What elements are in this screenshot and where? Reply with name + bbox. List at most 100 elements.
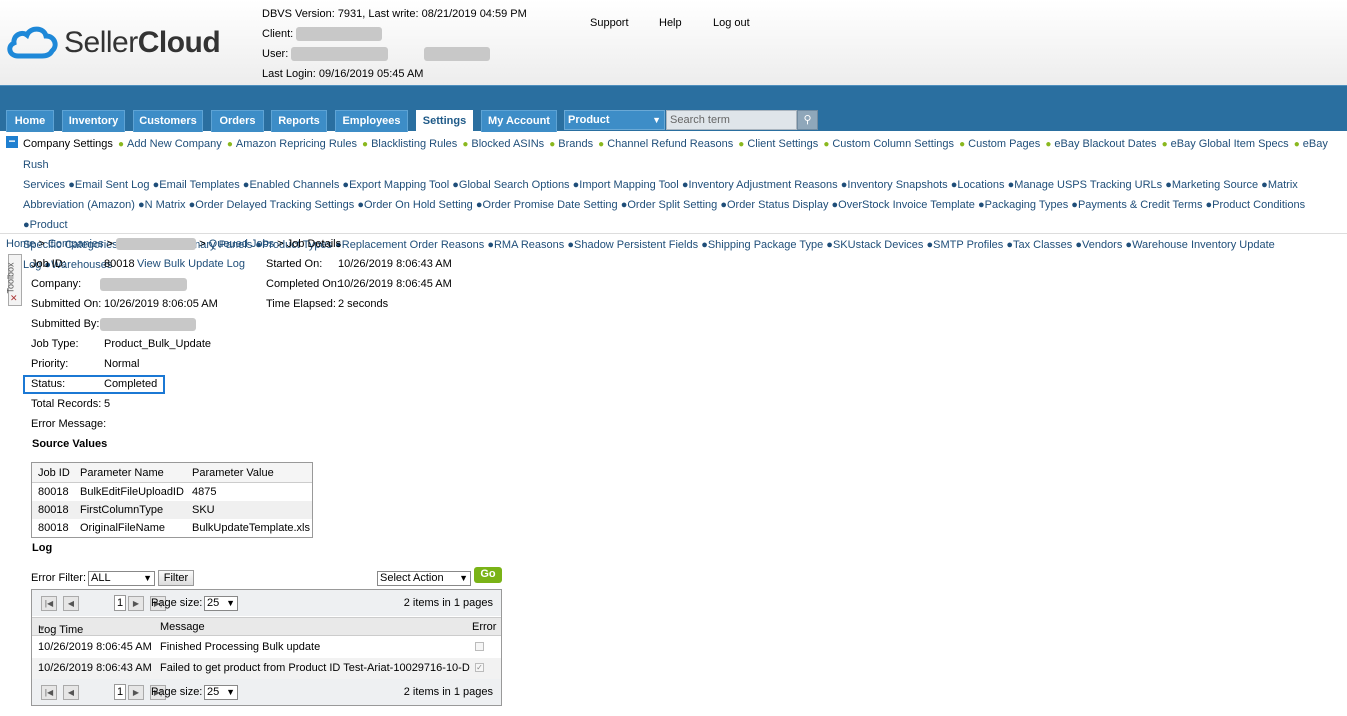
pager-bottom: |◀ ◀ 1 ▶ ▶| Page size: 25 ▼ 2 items in 1 … bbox=[32, 679, 501, 705]
first-page-icon[interactable]: |◀ bbox=[41, 685, 57, 700]
tab-home[interactable]: Home bbox=[6, 110, 54, 132]
search-scope-select[interactable]: Product ▼ bbox=[564, 110, 665, 130]
settings-menu-link[interactable]: Custom Column Settings bbox=[832, 138, 954, 150]
settings-menu-link[interactable]: Global Search Options bbox=[459, 179, 570, 191]
settings-menu-link[interactable]: eBay Blackout Dates bbox=[1054, 138, 1156, 150]
column-header-parameter-value: Parameter Value bbox=[192, 467, 274, 479]
toolbox-tab[interactable]: Toolbox ✕ bbox=[6, 254, 22, 306]
page-size-select[interactable]: 25 ▼ bbox=[204, 596, 238, 611]
dropdown-arrow-icon: ▼ bbox=[459, 573, 468, 583]
settings-menu-link[interactable]: Order Split Setting bbox=[627, 199, 717, 211]
prev-page-icon[interactable]: ◀ bbox=[63, 596, 79, 611]
bullet-icon: ● bbox=[137, 199, 145, 211]
settings-menu-link[interactable]: Order Promise Date Setting bbox=[483, 199, 618, 211]
settings-menu-link[interactable]: Shipping Package Type bbox=[708, 239, 823, 251]
next-page-icon[interactable]: ▶ bbox=[128, 685, 144, 700]
tab-my-account[interactable]: My Account bbox=[481, 110, 557, 132]
settings-menu-link[interactable]: Marketing Source bbox=[1172, 179, 1258, 191]
settings-menu-link[interactable]: Locations bbox=[957, 179, 1004, 191]
breadcrumb-queued-jobs[interactable]: Queued Jobs bbox=[209, 238, 274, 250]
settings-menu-link[interactable]: Warehouse Inventory Update bbox=[1132, 239, 1275, 251]
settings-menu-link[interactable]: Order On Hold Setting bbox=[364, 199, 473, 211]
settings-menu-link[interactable]: Services bbox=[23, 179, 65, 191]
settings-menu-link[interactable]: RMA Reasons bbox=[494, 239, 564, 251]
tab-customers[interactable]: Customers bbox=[133, 110, 203, 132]
breadcrumb-company-redacted[interactable] bbox=[116, 238, 197, 251]
page-size-value: 25 bbox=[207, 686, 220, 698]
settings-menu-link[interactable]: Import Mapping Tool bbox=[579, 179, 678, 191]
settings-menu-link[interactable]: Tax Classes bbox=[1013, 239, 1072, 251]
search-input[interactable]: Search term bbox=[666, 110, 797, 130]
settings-menu-link[interactable]: Payments & Credit Terms bbox=[1078, 199, 1203, 211]
settings-menu-link[interactable]: Vendors bbox=[1082, 239, 1122, 251]
tab-orders[interactable]: Orders bbox=[211, 110, 264, 132]
settings-menu-link[interactable]: Order Delayed Tracking Settings bbox=[195, 199, 354, 211]
settings-menu-line-1[interactable]: Company Settings ● Add New Company ● Amazo… bbox=[6, 134, 1346, 175]
collapse-icon[interactable]: − bbox=[6, 135, 18, 148]
breadcrumb-home[interactable]: Home bbox=[6, 238, 35, 250]
column-header-message[interactable]: Message bbox=[160, 621, 205, 633]
error-filter-select[interactable]: ALL ▼ bbox=[88, 571, 155, 586]
settings-menu-link[interactable]: Company Settings bbox=[23, 138, 113, 150]
settings-menu-link[interactable]: Add New Company bbox=[127, 138, 222, 150]
page-size-label: Page size: bbox=[151, 597, 203, 609]
cell-parameter-name: OriginalFileName bbox=[80, 522, 165, 534]
divider bbox=[0, 233, 1347, 234]
cell-message: Finished Processing Bulk update bbox=[160, 641, 321, 653]
settings-menu-link[interactable]: OverStock Invoice Template bbox=[838, 199, 975, 211]
help-link[interactable]: Help bbox=[659, 17, 682, 29]
support-link[interactable]: Support bbox=[590, 17, 629, 29]
settings-menu-link[interactable]: SKUstack Devices bbox=[833, 239, 923, 251]
table-row[interactable]: 10/26/2019 8:06:45 AM Finished Processin… bbox=[32, 637, 501, 658]
settings-menu-link[interactable]: Shadow Persistent Fields bbox=[574, 239, 698, 251]
settings-menu-link[interactable]: Inventory Adjustment Reasons bbox=[688, 179, 837, 191]
settings-menu-link[interactable]: Export Mapping Tool bbox=[349, 179, 449, 191]
tools-icon: ✕ bbox=[10, 293, 18, 303]
settings-menu-link[interactable]: Enabled Channels bbox=[249, 179, 339, 191]
go-button[interactable]: Go bbox=[474, 567, 502, 583]
settings-menu-link[interactable]: Product Conditions bbox=[1212, 199, 1305, 211]
page-number[interactable]: 1 bbox=[114, 684, 126, 700]
first-page-icon[interactable]: |◀ bbox=[41, 596, 57, 611]
logout-link[interactable]: Log out bbox=[713, 17, 750, 29]
settings-menu-link[interactable]: Blocked ASINs bbox=[471, 138, 544, 150]
filter-button[interactable]: Filter bbox=[158, 570, 194, 586]
settings-menu-link[interactable]: Packaging Types bbox=[985, 199, 1069, 211]
settings-menu-link[interactable]: Email Sent Log bbox=[75, 179, 150, 191]
page-number[interactable]: 1 bbox=[114, 595, 126, 611]
page-size-select[interactable]: 25 ▼ bbox=[204, 685, 238, 700]
settings-menu-link[interactable]: N Matrix bbox=[145, 199, 186, 211]
search-button[interactable]: ⚲ bbox=[797, 110, 818, 130]
settings-menu-line-3[interactable]: Abbreviation (Amazon) ●N Matrix ●Order D… bbox=[6, 195, 1346, 235]
settings-menu-link[interactable]: Replacement Order Reasons bbox=[342, 239, 484, 251]
prev-page-icon[interactable]: ◀ bbox=[63, 685, 79, 700]
settings-menu-link[interactable]: Email Templates bbox=[159, 179, 240, 191]
tab-employees[interactable]: Employees bbox=[335, 110, 408, 132]
settings-menu-link[interactable]: Abbreviation (Amazon) bbox=[23, 199, 135, 211]
settings-menu-link[interactable]: Client Settings bbox=[747, 138, 818, 150]
view-bulk-update-log-link[interactable]: View Bulk Update Log bbox=[137, 258, 245, 270]
tab-settings[interactable]: Settings bbox=[416, 110, 473, 132]
settings-menu-link[interactable]: Channel Refund Reasons bbox=[607, 138, 733, 150]
settings-menu-link[interactable]: Custom Pages bbox=[968, 138, 1040, 150]
sellercloud-logo[interactable]: SellerCloud bbox=[6, 22, 246, 64]
settings-menu-link[interactable]: Amazon Repricing Rules bbox=[236, 138, 357, 150]
settings-menu-link[interactable]: Manage USPS Tracking URLs bbox=[1014, 179, 1162, 191]
settings-menu-link[interactable]: Order Status Display bbox=[727, 199, 828, 211]
log-title: Log bbox=[32, 542, 53, 554]
tab-inventory[interactable]: Inventory bbox=[62, 110, 125, 132]
settings-menu-link[interactable]: Matrix bbox=[1268, 179, 1298, 191]
settings-menu-link[interactable]: SMTP Profiles bbox=[933, 239, 1003, 251]
column-header-error[interactable]: Error bbox=[472, 621, 496, 633]
settings-menu-link[interactable]: Brands bbox=[558, 138, 593, 150]
settings-menu-link[interactable]: Inventory Snapshots bbox=[847, 179, 947, 191]
settings-menu-link[interactable]: Blacklisting Rules bbox=[371, 138, 457, 150]
select-action-dropdown[interactable]: Select Action ▼ bbox=[377, 571, 471, 586]
settings-menu-link[interactable]: eBay Global Item Specs bbox=[1171, 138, 1289, 150]
breadcrumb-companies[interactable]: Companies bbox=[48, 238, 104, 250]
tab-reports[interactable]: Reports bbox=[271, 110, 327, 132]
next-page-icon[interactable]: ▶ bbox=[128, 596, 144, 611]
table-row[interactable]: 10/26/2019 8:06:43 AM Failed to get prod… bbox=[32, 658, 501, 679]
settings-menu-link[interactable]: Product bbox=[30, 219, 68, 231]
settings-menu-line-2[interactable]: Services ●Email Sent Log ●Email Template… bbox=[6, 175, 1346, 195]
